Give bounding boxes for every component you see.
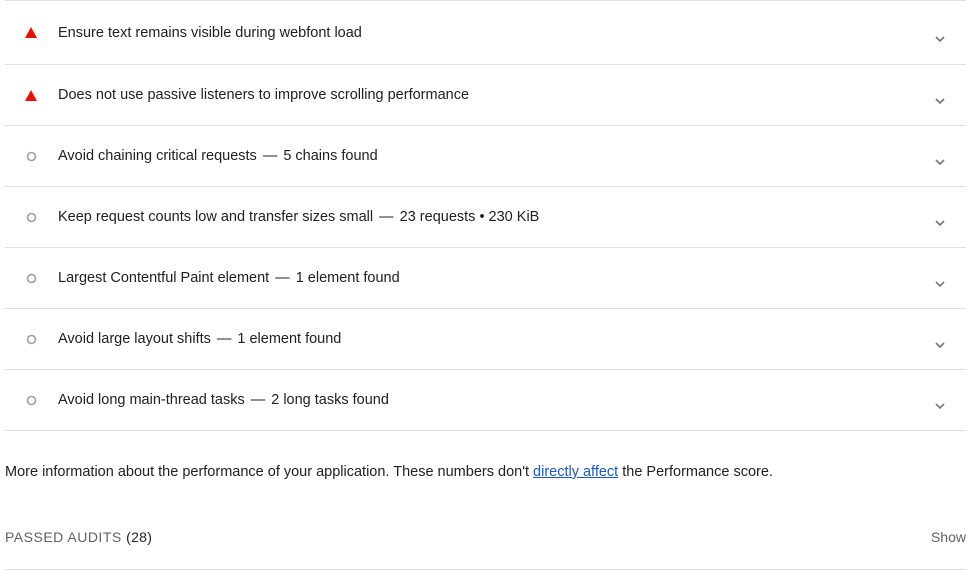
audit-title: Keep request counts low and transfer siz… — [58, 207, 539, 227]
audit-row[interactable]: Avoid long main-thread tasks — 2 long task… — [5, 370, 966, 431]
audit-row[interactable]: Keep request counts low and transfer siz… — [5, 187, 966, 248]
audit-detail: 1 element found — [237, 331, 342, 347]
audit-separator: — — [379, 209, 394, 225]
chevron-down-icon[interactable] — [934, 275, 946, 288]
audit-separator: — — [250, 392, 266, 408]
audit-row[interactable]: Avoid chaining critical requests — 5 chain… — [5, 126, 966, 187]
directly-affect-link[interactable]: directly affect — [533, 464, 618, 480]
audit-detail: 1 element found — [295, 270, 400, 286]
audit-detail: 23 requests • 230 KiB — [399, 209, 540, 225]
audit-title: Largest Contentful Paint element — 1 eleme… — [58, 268, 400, 288]
audit-title-text: Avoid long main-thread tasks — [58, 392, 245, 408]
chevron-down-icon[interactable] — [934, 153, 946, 166]
circle-outline-icon — [24, 393, 38, 407]
passed-audits-title: PASSED AUDITS — [5, 529, 122, 545]
passed-audits-count: (28) — [126, 529, 153, 545]
chevron-down-icon[interactable] — [934, 397, 946, 410]
audit-title: Ensure text remains visible during webfo… — [58, 23, 362, 43]
audit-detail: 5 chains found — [283, 148, 378, 164]
audit-title-text: Does not use passive listeners to improv… — [58, 87, 470, 103]
audit-title: Does not use passive listeners to improv… — [58, 85, 469, 105]
more-info-after: the Performance score. — [618, 464, 773, 480]
audit-title-text: Avoid chaining critical requests — [58, 148, 257, 164]
more-info-text: More information about the performance o… — [5, 462, 773, 482]
audit-title: Avoid large layout shifts — 1 element foun… — [58, 329, 341, 349]
audit-title-text: Keep request counts low and transfer siz… — [58, 209, 374, 225]
circle-outline-icon — [24, 149, 38, 163]
circle-outline-icon — [24, 210, 38, 224]
circle-outline-icon — [24, 271, 38, 285]
circle-outline-icon — [24, 332, 38, 346]
chevron-down-icon[interactable] — [934, 336, 946, 349]
warning-triangle-icon — [24, 26, 38, 40]
audit-title-text: Largest Contentful Paint element — [58, 270, 270, 286]
audit-row[interactable]: Avoid large layout shifts — 1 element foun… — [5, 309, 966, 370]
audit-detail: 2 long tasks found — [271, 392, 389, 408]
audit-row[interactable]: Ensure text remains visible during webfo… — [5, 1, 966, 65]
show-button[interactable]: Show — [931, 529, 966, 545]
audit-title: Avoid long main-thread tasks — 2 long task… — [58, 390, 389, 410]
warning-triangle-icon — [24, 88, 38, 102]
audit-row[interactable]: Does not use passive listeners to improv… — [5, 65, 966, 126]
audit-row[interactable]: Largest Contentful Paint element — 1 eleme… — [5, 248, 966, 309]
more-info-before: More information about the performance o… — [5, 464, 534, 480]
chevron-down-icon[interactable] — [934, 30, 946, 42]
audit-separator: — — [275, 270, 290, 286]
audit-title: Avoid chaining critical requests — 5 chain… — [58, 146, 378, 166]
audit-title-text: Avoid large layout shifts — [58, 331, 211, 347]
chevron-down-icon[interactable] — [934, 92, 946, 105]
audit-list: Ensure text remains visible during webfo… — [5, 0, 966, 431]
chevron-down-icon[interactable] — [934, 214, 946, 227]
passed-audits-label: PASSED AUDITS (28) — [5, 529, 152, 545]
audit-separator: — — [262, 148, 278, 164]
audit-title-text: Ensure text remains visible during webfo… — [58, 24, 362, 41]
audit-separator: — — [216, 331, 232, 347]
passed-audits-header[interactable]: PASSED AUDITS (28) Show — [5, 520, 966, 570]
